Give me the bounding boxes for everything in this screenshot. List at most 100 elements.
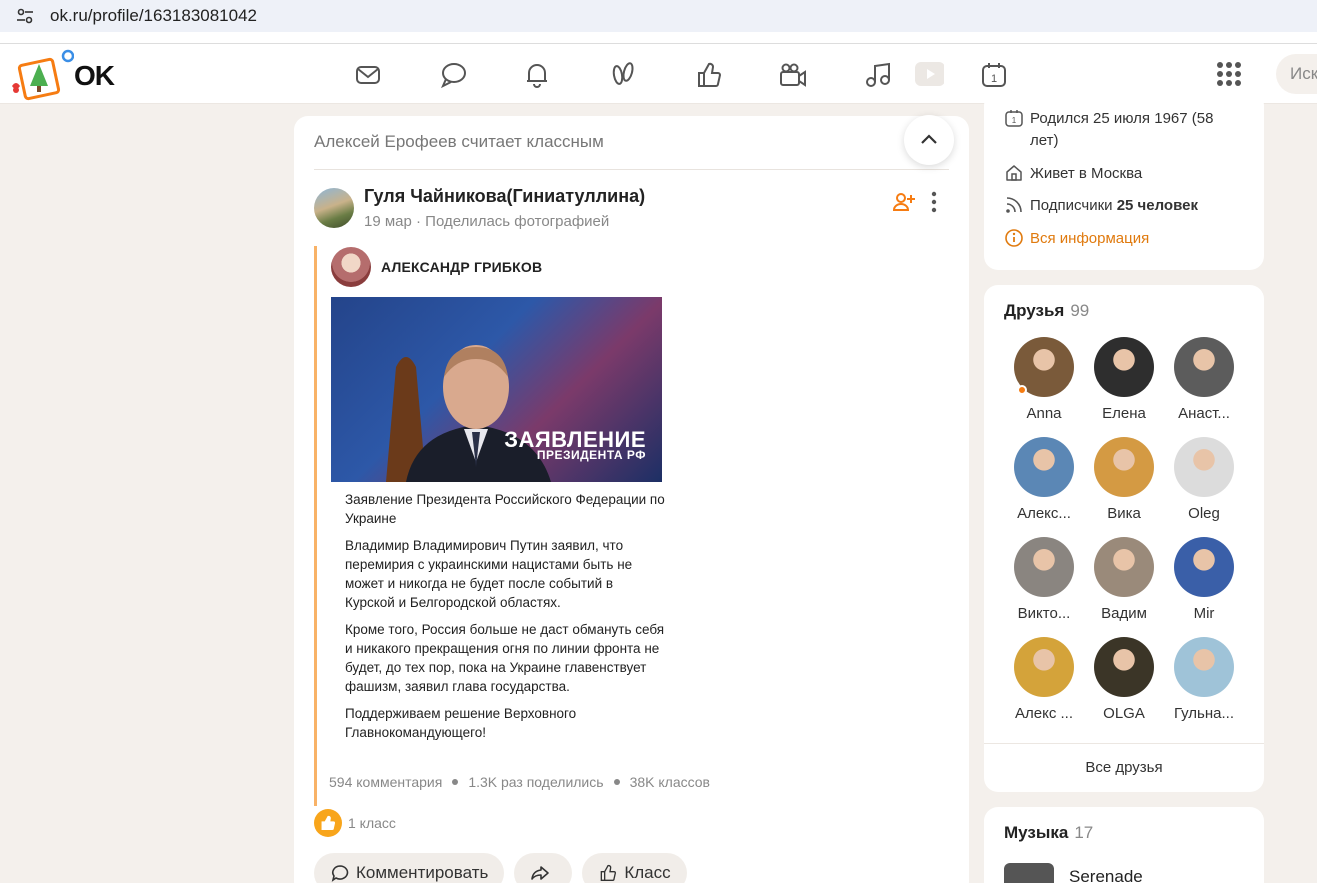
friend-name[interactable]: Anna [1004,405,1084,422]
post-photo[interactable]: ЗАЯВЛЕНИЕ ПРЕЗИДЕНТА РФ [331,297,662,482]
friend-name[interactable]: Викто... [1004,605,1084,622]
separator-dot [613,779,620,785]
friend-name[interactable]: Алекс ... [1004,705,1084,722]
friend-item[interactable]: Анаст... [1164,337,1244,422]
add-friend-icon[interactable] [892,190,916,214]
comment-icon [331,865,349,882]
friend-item[interactable]: OLGA [1084,637,1164,722]
post-stats: 594 комментария 1.3K раз поделились 38K … [329,774,710,790]
mail-icon[interactable] [353,60,383,90]
post-paragraph: Кроме того, Россия больше не даст обману… [345,622,665,694]
shares-count[interactable]: 1.3K раз поделились [468,774,603,790]
friend-name[interactable]: Алекс... [1004,505,1084,522]
friend-avatar[interactable] [1014,537,1074,597]
post-actions: Комментировать Класс [314,853,697,883]
separator-dot [452,779,459,785]
all-friends-button[interactable]: Все друзья [984,759,1264,776]
classes-count[interactable]: 38K классов [630,774,710,790]
chat-icon[interactable] [438,60,468,90]
klass-badge-icon [314,809,342,837]
birthday-text: Родился 25 июля 1967 (58 лет) [1030,110,1214,149]
post-paragraph: Заявление Президента Российского Федерац… [345,492,665,526]
comment-button-label: Комментировать [356,863,489,882]
repost-author-name[interactable]: АЛЕКСАНДР ГРИБКОВ [381,259,542,275]
friend-item[interactable]: Алекс... [1004,437,1084,522]
ok-logo[interactable]: OK [8,48,118,104]
track-cover[interactable] [1004,863,1054,883]
post-paragraph: Поддерживаем решение Верховного Главноко… [345,706,577,740]
url-field[interactable]: ok.ru/profile/163183081042 [0,0,1317,32]
music-header[interactable]: Музыка 17 [1004,823,1093,843]
reposted-content: АЛЕКСАНДР ГРИБКОВ ЗАЯВЛЕНИЕ ПРЕЗИДЕНТА Р… [314,246,694,806]
friend-avatar[interactable] [1174,537,1234,597]
friends-title: Друзья [1004,301,1065,320]
friend-name[interactable]: Анаст... [1164,405,1244,422]
friend-item[interactable]: Oleg [1164,437,1244,522]
friend-item[interactable]: Вика [1084,437,1164,522]
all-info-link[interactable]: Вся информация [1004,228,1149,250]
friend-avatar[interactable] [1094,637,1154,697]
logo-image-icon [12,49,75,101]
all-info-label: Вся информация [1030,230,1150,247]
divider [984,743,1264,744]
friend-avatar[interactable] [1094,537,1154,597]
comments-count[interactable]: 594 комментария [329,774,442,790]
like-icon[interactable] [694,60,724,90]
repost-author-avatar[interactable] [331,247,371,287]
friend-name[interactable]: Mir [1164,605,1244,622]
subscribers-row[interactable]: Подписчики 25 человек [1004,195,1198,217]
friend-avatar[interactable] [1014,637,1074,697]
friend-avatar[interactable] [1014,437,1074,497]
svg-text:1: 1 [991,73,997,85]
author-avatar[interactable] [314,188,354,228]
friend-avatar[interactable] [1014,337,1074,397]
friend-avatar[interactable] [1094,437,1154,497]
friend-name[interactable]: Вика [1084,505,1164,522]
birthday-row: 1 Родился 25 июля 1967 (58 лет) [1004,108,1244,152]
feed-post-card: Алексей Ерофеев считает классным Гуля Ча… [294,115,969,883]
friends-card: Друзья 99 Anna Елена Анаст... Алекс... Вика Ol… [984,285,1264,792]
video-icon[interactable] [778,60,808,90]
friend-item[interactable]: Вадим [1084,537,1164,622]
friend-item[interactable]: Anna [1004,337,1084,422]
friend-name[interactable]: Гульна... [1164,705,1244,722]
post-likes[interactable]: 1 класс [314,808,396,838]
calendar-icon[interactable]: 1 [979,60,1009,90]
post-paragraph: Владимир Владимирович Путин заявил, что … [345,538,633,610]
friend-avatar[interactable] [1174,437,1234,497]
guests-icon[interactable] [608,60,638,90]
friend-name[interactable]: OLGA [1084,705,1164,722]
share-button[interactable] [514,853,573,883]
search-input[interactable]: Иск [1276,54,1317,94]
friend-item[interactable]: Mir [1164,537,1244,622]
klass-button-label: Класс [624,863,671,882]
friend-avatar[interactable] [1174,337,1234,397]
track-title[interactable]: Serenade [1069,867,1143,883]
friend-avatar[interactable] [1094,337,1154,397]
music-icon[interactable] [863,60,893,90]
friend-item[interactable]: Викто... [1004,537,1084,622]
music-count: 17 [1074,823,1094,842]
friend-item[interactable]: Алекс ... [1004,637,1084,722]
apps-grid-icon[interactable] [1216,61,1242,87]
bell-icon[interactable] [522,60,552,90]
friend-avatar[interactable] [1174,637,1234,697]
subscribers-value: 25 человек [1116,197,1198,214]
more-options-icon[interactable] [924,190,944,214]
friend-name[interactable]: Вадим [1084,605,1164,622]
comment-button[interactable]: Комментировать [314,853,505,883]
author-name[interactable]: Гуля Чайникова(Гиниатуллина) [364,186,645,207]
chevron-up-icon [921,134,937,144]
play-icon[interactable] [914,59,945,89]
url-text[interactable]: ok.ru/profile/163183081042 [50,6,257,26]
klass-button[interactable]: Класс [582,853,687,883]
friend-name[interactable]: Елена [1084,405,1164,422]
friends-header[interactable]: Друзья 99 [1004,301,1089,321]
liked-by-text[interactable]: Алексей Ерофеев считает классным [314,132,604,152]
post-text: Заявление Президента Российского Федерац… [345,490,665,750]
friend-name[interactable]: Oleg [1164,505,1244,522]
site-settings-icon[interactable] [15,6,35,26]
collapse-button[interactable] [904,115,954,165]
friend-item[interactable]: Елена [1084,337,1164,422]
friend-item[interactable]: Гульна... [1164,637,1244,722]
